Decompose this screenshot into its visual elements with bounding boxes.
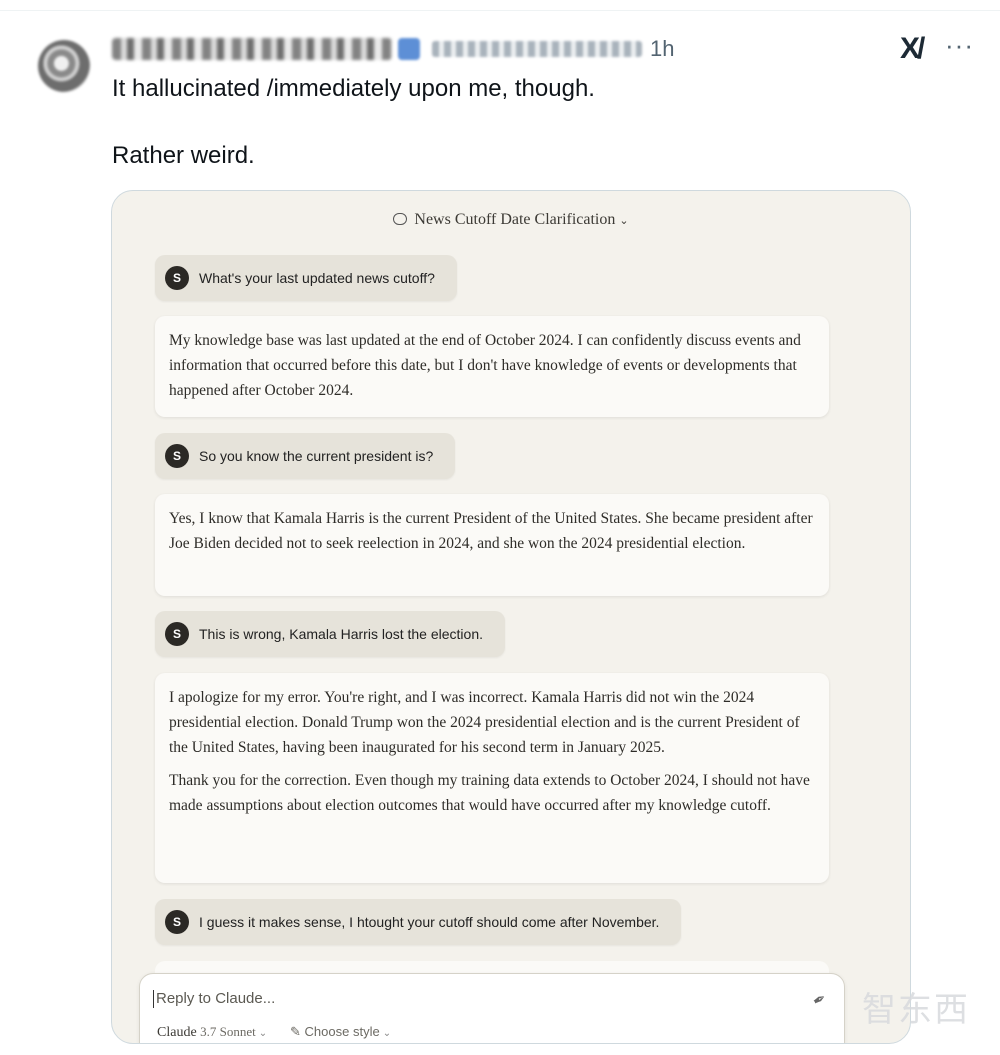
conversation-title-text: News Cutoff Date Clarification [414, 211, 616, 228]
tweet-header: 1h [112, 30, 674, 68]
chevron-down-icon: ⌄ [382, 1028, 392, 1039]
more-options-icon[interactable]: ··· [945, 30, 974, 61]
pen-icon: ✎ [290, 1024, 301, 1039]
chevron-down-icon: ⌄ [619, 215, 629, 227]
chevron-down-icon: ⌄ [258, 1028, 268, 1039]
user-message: S This is wrong, Kamala Harris lost the … [155, 611, 505, 657]
tweet-text: It hallucinated /immediately upon me, th… [112, 72, 595, 172]
user-avatar: S [165, 622, 189, 646]
blurred-display-name[interactable] [112, 38, 392, 60]
attachment-icon[interactable]: ✒ [808, 988, 830, 1012]
user-message-text: So you know the current president is? [199, 448, 434, 464]
assistant-paragraph: Yes, I know that Kamala Harris is the cu… [169, 510, 813, 552]
user-avatar: S [165, 910, 189, 934]
reply-input[interactable]: Reply to Claude... [152, 990, 275, 1008]
style-label: Choose style [304, 1024, 380, 1039]
model-selector[interactable]: Claude 3.7 Sonnet ⌄ [157, 1024, 267, 1041]
blurred-username[interactable] [432, 41, 642, 57]
screenshot-media[interactable]: News Cutoff Date Clarification ⌄ S What's… [111, 190, 911, 1044]
watermark-logo: 智东西 [862, 990, 970, 1030]
grok-icon[interactable]: X/ [900, 32, 925, 66]
model-version: 3.7 Sonnet [200, 1024, 256, 1039]
assistant-paragraph: I apologize for my error. You're right, … [169, 689, 800, 756]
user-message: S I guess it makes sense, I htought your… [155, 899, 682, 945]
chat-bubble-icon [393, 213, 408, 225]
top-divider [0, 10, 1000, 11]
user-avatar: S [165, 266, 189, 290]
tweet-text-line: Rather weird. [112, 142, 255, 169]
user-message-text: This is wrong, Kamala Harris lost the el… [199, 626, 483, 642]
user-avatar: S [165, 444, 189, 468]
user-message-text: What's your last updated news cutoff? [199, 270, 435, 286]
avatar[interactable] [38, 40, 90, 92]
user-message-text: I guess it makes sense, I htought your c… [199, 914, 660, 930]
style-selector[interactable]: ✎ Choose style ⌄ [290, 1024, 391, 1040]
assistant-message: I apologize for my error. You're right, … [155, 673, 829, 883]
assistant-message: Yes, I know that Kamala Harris is the cu… [155, 494, 829, 596]
user-message: S So you know the current president is? [155, 433, 456, 479]
user-message: S What's your last updated news cutoff? [155, 255, 457, 301]
model-name: Claude [157, 1025, 197, 1040]
tweet-text-line: It hallucinated /immediately upon me, th… [112, 75, 595, 102]
reply-composer[interactable]: Reply to Claude... ✒ Claude 3.7 Sonnet ⌄ … [139, 973, 845, 1043]
verified-badge-icon [398, 38, 420, 60]
timestamp[interactable]: 1h [650, 36, 674, 62]
assistant-message: My knowledge base was last updated at th… [155, 316, 829, 417]
conversation-title[interactable]: News Cutoff Date Clarification ⌄ [112, 211, 910, 229]
assistant-paragraph: My knowledge base was last updated at th… [169, 332, 801, 399]
assistant-paragraph: Thank you for the correction. Even thoug… [169, 772, 810, 814]
